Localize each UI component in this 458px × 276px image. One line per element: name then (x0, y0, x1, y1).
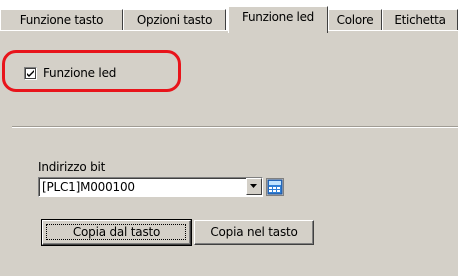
bit-address-label: Indirizzo bit (38, 160, 106, 174)
copy-from-key-button[interactable]: Copia dal tasto (41, 219, 192, 246)
dropdown-button[interactable] (246, 178, 262, 195)
tab-label[interactable]: Etichetta (382, 9, 458, 31)
tab-strip: Funzione tasto Opzioni tasto Funzione le… (0, 0, 458, 33)
tab-color[interactable]: Colore (328, 9, 382, 31)
bit-address-combo[interactable]: [PLC1]M000100 (38, 177, 263, 197)
bit-address-value[interactable]: [PLC1]M000100 (42, 179, 135, 195)
copy-to-key-button[interactable]: Copia nel tasto (194, 220, 314, 245)
tab-led-function[interactable]: Funzione led (228, 6, 328, 33)
separator (12, 126, 458, 128)
highlight-ring (2, 50, 181, 92)
keypad-icon[interactable] (266, 178, 284, 196)
tab-key-function[interactable]: Funzione tasto (0, 9, 123, 31)
copy-from-key-label: Copia dal tasto (72, 225, 161, 239)
led-function-dialog: Funzione tasto Opzioni tasto Funzione le… (0, 0, 458, 276)
chevron-down-icon (250, 184, 257, 188)
copy-to-key-label: Copia nel tasto (210, 225, 298, 239)
tab-key-options[interactable]: Opzioni tasto (123, 9, 226, 31)
